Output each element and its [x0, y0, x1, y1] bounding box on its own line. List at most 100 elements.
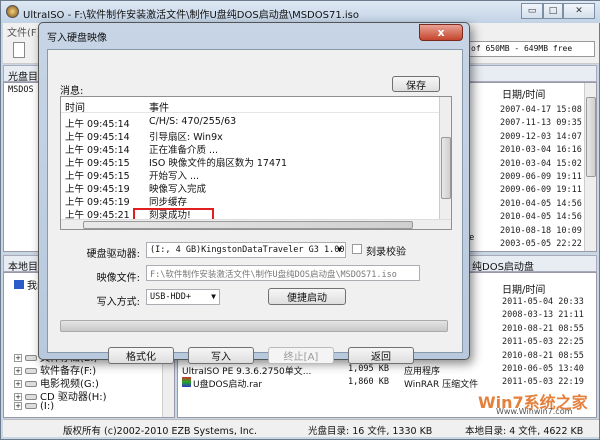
title-bar: UltraISO - F:\软件制作安装激活文件\制作U盘纯DOS启动盘\MSD… [1, 1, 600, 23]
expand-icon[interactable]: + [14, 354, 22, 362]
write-button[interactable]: 写入 [188, 347, 254, 364]
expand-icon[interactable]: + [14, 393, 22, 401]
log-time: 上午 09:45:15 [65, 158, 130, 169]
ultraiso-icon [6, 5, 19, 18]
log-hscrollbar[interactable] [61, 219, 451, 229]
file-date: 2010-08-18 10:09 [500, 225, 582, 236]
file-date: 2008-03-13 21:11 [502, 310, 584, 321]
file-date: 2010-06-05 13:40 [502, 364, 584, 374]
file-date: 2010-03-04 16:16 [500, 145, 582, 156]
file-date: 2009-06-09 19:11 [500, 172, 582, 182]
write-disk-image-dialog: 写入硬盘映像 x 消息: 保存 时间 事件 上午 09:45:14 C/H/S: … [38, 22, 470, 364]
file-size: 1,860 KB [348, 377, 389, 387]
log-row[interactable]: 上午 09:45:19 映像写入完成 [65, 181, 425, 195]
status-local-dir: 本地目录: 4 文件, 4622 KB [465, 426, 584, 437]
dialog-close-button[interactable]: x [419, 24, 463, 41]
verify-label: 刻录校验 [366, 247, 406, 258]
file-size: 1,095 KB [348, 364, 389, 374]
chevron-down-icon: ▼ [337, 245, 342, 254]
back-button[interactable]: 返回 [348, 347, 414, 364]
scroll-thumb[interactable] [586, 97, 596, 177]
drive-icon [25, 368, 37, 374]
drive-label: 硬盘驱动器: [86, 249, 140, 260]
col-time[interactable]: 时间 [65, 99, 85, 114]
log-row[interactable]: 上午 09:45:15 开始写入 ... [65, 168, 425, 182]
log-row[interactable]: 上午 09:45:15 ISO 映像文件的扇区数为 17471 [65, 155, 425, 169]
format-button[interactable]: 格式化 [108, 347, 174, 364]
file-date: 2007-04-17 15:08 [500, 105, 582, 115]
abort-button[interactable]: 终止[A] [268, 347, 334, 364]
col-date[interactable]: 日期/时间 [502, 86, 545, 101]
file-date: 2010-03-04 15:02 [500, 158, 582, 169]
maximize-button[interactable]: □ [543, 3, 563, 19]
expand-icon[interactable]: + [14, 380, 22, 388]
window-title: UltraISO - F:\软件制作安装激活文件\制作U盘纯DOS启动盘\MSD… [23, 10, 359, 21]
log-time: 上午 09:45:14 [65, 119, 130, 130]
log-event: 开始写入 ... [149, 171, 200, 182]
log-event: 正在准备介质 ... [149, 145, 219, 156]
minimize-button[interactable]: ▭ [521, 3, 543, 19]
write-method-select[interactable]: USB-HDD+ ▼ [146, 289, 220, 305]
log-event: 映像写入完成 [149, 184, 207, 195]
log-row[interactable]: 上午 09:45:14 C/H/S: 470/255/63 [65, 116, 425, 130]
new-file-icon[interactable] [13, 42, 25, 58]
file-row[interactable]: U盘DOS启动.rar 1,860 KB WinRAR 压缩文件 [182, 377, 478, 390]
iso-root[interactable]: MSDOS [8, 85, 34, 95]
col-event[interactable]: 事件 [149, 99, 169, 114]
file-row[interactable]: UltraISO PE 9.3.6.2750单文... 1,095 KB 应用程序 [182, 364, 440, 377]
log-time: 上午 09:45:14 [65, 145, 130, 156]
iso-path-bar [463, 65, 597, 82]
drive-icon [25, 403, 37, 409]
log-row[interactable]: 上午 09:45:19 同步缓存 [65, 194, 425, 208]
drive-value: (I:, 4 GB)KingstonDataTraveler G3 1.00 [150, 245, 345, 255]
file-type: WinRAR 压缩文件 [404, 380, 479, 390]
write-method-label: 写入方式: [96, 297, 140, 308]
file-date: 2010-04-05 14:56 [500, 212, 582, 223]
col-date[interactable]: 日期/时间 [502, 281, 545, 296]
log-event: C/H/S: 470/255/63 [149, 116, 237, 127]
scroll-thumb[interactable] [441, 137, 451, 199]
quick-boot-button[interactable]: 便捷启动 [268, 288, 346, 305]
dialog-body: 消息: 保存 时间 事件 上午 09:45:14 C/H/S: 470/255/6… [47, 49, 463, 364]
drive-select[interactable]: (I:, 4 GB)KingstonDataTraveler G3 1.00 ▼ [146, 242, 346, 258]
cd-drive-icon [25, 394, 37, 400]
file-date: 2011-05-03 22:19 [502, 377, 584, 388]
close-button[interactable]: ✕ [563, 3, 595, 19]
log-time: 上午 09:45:14 [65, 132, 130, 143]
expand-icon[interactable]: + [14, 367, 22, 375]
scroll-thumb[interactable] [83, 221, 413, 229]
computer-icon [14, 280, 24, 289]
file-date: 2003-05-05 22:22 [500, 239, 582, 249]
tree-drive-i[interactable]: + (I:) [14, 401, 54, 412]
status-bar: 版权所有 (c)2002-2010 EZB Systems, Inc. 光盘目录… [3, 419, 599, 437]
messages-label: 消息: [60, 86, 84, 97]
iso-list-scrollbar[interactable] [584, 83, 596, 251]
expand-icon[interactable]: + [14, 402, 22, 410]
write-progress-bar [60, 320, 448, 332]
drive-icon [25, 381, 37, 387]
verify-checkbox[interactable] [352, 244, 362, 254]
file-date: 2009-06-09 19:11 [500, 185, 582, 196]
save-button[interactable]: 保存 [392, 76, 440, 92]
log-time: 上午 09:45:15 [65, 171, 130, 182]
log-event: 同步缓存 [149, 197, 188, 208]
chevron-down-icon: ▼ [211, 292, 216, 301]
file-date: 2009-12-03 14:07 [500, 131, 582, 142]
file-date: 2011-05-04 20:33 [502, 297, 584, 307]
image-file-label: 映像文件: [96, 273, 140, 284]
file-date: 2011-05-03 22:25 [502, 337, 584, 348]
file-date: 2007-11-13 09:35 [500, 118, 582, 129]
log-time: 上午 09:45:19 [65, 197, 130, 208]
log-event: 引导扇区: Win9x [149, 132, 223, 143]
log-row[interactable]: 上午 09:45:14 正在准备介质 ... [65, 142, 425, 156]
status-copyright: 版权所有 (c)2002-2010 EZB Systems, Inc. [63, 426, 257, 437]
log-vscrollbar[interactable] [439, 97, 451, 219]
file-date: 2010-08-21 08:55 [502, 323, 584, 334]
log-event: ISO 映像文件的扇区数为 17471 [149, 158, 288, 169]
log-time: 上午 09:45:19 [65, 184, 130, 195]
file-date: 2010-04-05 14:56 [500, 198, 582, 209]
image-file-field[interactable]: F:\软件制作安装激活文件\制作U盘纯DOS启动盘\MSDOS71.iso [146, 265, 420, 281]
rar-icon [182, 377, 191, 387]
message-log: 时间 事件 上午 09:45:14 C/H/S: 470/255/63 上午 09:… [60, 96, 452, 230]
log-row[interactable]: 上午 09:45:14 引导扇区: Win9x [65, 129, 425, 143]
